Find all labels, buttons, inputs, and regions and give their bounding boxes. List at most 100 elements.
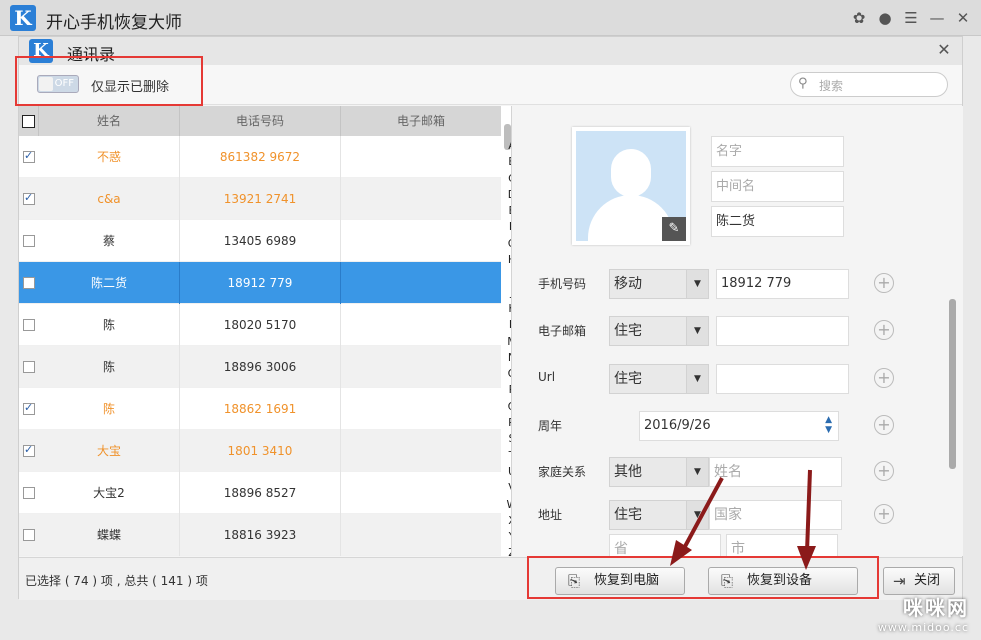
url-input[interactable] xyxy=(716,364,849,394)
row-checkbox-cell[interactable] xyxy=(19,528,39,542)
close-icon[interactable]: ✕ xyxy=(953,8,973,28)
row-checkbox[interactable] xyxy=(23,277,35,289)
alphabet-letter[interactable]: G xyxy=(504,236,511,252)
alphabet-letter[interactable]: H xyxy=(504,252,511,268)
row-checkbox-cell[interactable] xyxy=(19,191,39,206)
wechat-icon[interactable]: ✿ xyxy=(849,8,869,28)
alphabet-letter[interactable]: V xyxy=(504,480,511,496)
table-row[interactable]: 陈二货 18912 779 xyxy=(19,261,501,304)
alphabet-letter[interactable]: R xyxy=(504,415,511,431)
alphabet-letter[interactable]: L xyxy=(504,317,511,333)
alphabet-letter[interactable]: S xyxy=(504,431,512,447)
table-row[interactable]: 陈 18020 5170 xyxy=(19,303,501,346)
alphabet-letter[interactable]: O xyxy=(504,366,511,382)
alphabet-letter[interactable]: T xyxy=(504,448,511,464)
add-address-icon[interactable]: + xyxy=(874,504,894,524)
table-row[interactable]: c&a13921 2741 xyxy=(19,177,501,220)
table-row[interactable]: 大宝1801 3410 xyxy=(19,429,501,472)
table-row[interactable]: 陈 18896 3006 xyxy=(19,345,501,388)
alphabet-letter[interactable]: N xyxy=(504,350,511,366)
row-checkbox[interactable] xyxy=(23,401,35,415)
table-row[interactable]: 蔡 13405 6989 xyxy=(19,219,501,262)
first-name-input[interactable]: 名字 xyxy=(711,136,844,167)
url-type-select[interactable]: 住宅 ▼ xyxy=(609,364,709,394)
table-row[interactable]: 陈18862 1691 xyxy=(19,387,501,430)
alphabet-letter[interactable]: Q xyxy=(504,399,511,415)
select-all-checkbox[interactable] xyxy=(22,115,35,128)
column-header-phone[interactable]: 电话号码 xyxy=(180,106,341,136)
chat-icon[interactable]: ● xyxy=(875,8,895,28)
row-checkbox-cell[interactable] xyxy=(19,360,39,374)
alphabet-letter[interactable]: B xyxy=(504,154,511,170)
family-name-input[interactable]: 姓名 xyxy=(709,457,842,487)
alphabet-letter[interactable]: C xyxy=(504,171,511,187)
row-checkbox[interactable] xyxy=(23,319,35,331)
middle-name-input[interactable]: 中间名 xyxy=(711,171,844,202)
row-checkbox[interactable] xyxy=(23,149,35,163)
row-checkbox-cell[interactable] xyxy=(19,318,39,332)
selection-status: 已选择 ( 74 ) 项 , 总共 ( 141 ) 项 xyxy=(25,574,208,588)
alphabet-letter[interactable]: U xyxy=(504,464,511,480)
mobile-type-select[interactable]: 移动 ▼ xyxy=(609,269,709,299)
contact-list-panel: 姓名 电话号码 电子邮箱 不惑861382 9672c&a13921 2741蔡… xyxy=(19,106,512,556)
row-checkbox-cell[interactable] xyxy=(19,401,39,416)
field-url: Url 住宅 ▼ + xyxy=(528,358,923,398)
detail-scrollbar[interactable] xyxy=(949,299,956,469)
alphabet-letter[interactable]: W xyxy=(504,497,511,513)
row-checkbox-cell[interactable] xyxy=(19,443,39,458)
family-type-select[interactable]: 其他 ▼ xyxy=(609,457,709,487)
row-checkbox[interactable] xyxy=(23,191,35,205)
province-input[interactable]: 省 xyxy=(609,534,721,556)
row-checkbox[interactable] xyxy=(23,443,35,457)
mobile-input[interactable]: 18912 779 xyxy=(716,269,849,299)
country-input[interactable]: 国家 xyxy=(709,500,842,530)
search-input[interactable]: ⚲ 搜索 xyxy=(790,72,948,97)
row-checkbox-cell[interactable] xyxy=(19,149,39,164)
alphabet-letter[interactable]: D xyxy=(504,187,511,203)
spin-updown-icon[interactable]: ▲ ▼ xyxy=(825,415,832,435)
table-row[interactable]: 蝶蝶 18816 3923 xyxy=(19,513,501,556)
last-name-input[interactable]: 陈二货 xyxy=(711,206,844,237)
column-header-email[interactable]: 电子邮箱 xyxy=(341,106,501,136)
add-email-icon[interactable]: + xyxy=(874,320,894,340)
address-type-select[interactable]: 住宅 ▼ xyxy=(609,500,709,530)
alphabet-letter[interactable]: E xyxy=(504,203,511,219)
row-checkbox[interactable] xyxy=(23,529,35,541)
close-button[interactable]: ⇥ 关闭 xyxy=(883,567,955,595)
row-checkbox[interactable] xyxy=(23,361,35,373)
alphabet-letter[interactable]: Z xyxy=(504,545,511,556)
column-header-name[interactable]: 姓名 xyxy=(39,106,180,136)
add-mobile-icon[interactable]: + xyxy=(874,273,894,293)
alphabet-letter[interactable]: X xyxy=(504,513,511,529)
detail-fields: 手机号码 移动 ▼ 18912 779 + 电子邮箱 住宅 ▼ + Url 住宅 ▼ … xyxy=(528,256,923,556)
row-checkbox-cell[interactable] xyxy=(19,276,39,290)
alphabet-letter[interactable]: P xyxy=(504,382,511,398)
add-family-icon[interactable]: + xyxy=(874,461,894,481)
menu-icon[interactable]: ☰ xyxy=(901,8,921,28)
email-type-select[interactable]: 住宅 ▼ xyxy=(609,316,709,346)
minimize-icon[interactable]: — xyxy=(927,8,947,28)
dialog-close-icon[interactable]: ✕ xyxy=(934,40,954,60)
row-email xyxy=(341,136,501,178)
edit-pencil-icon[interactable]: ✎ xyxy=(662,217,686,241)
add-anniversary-icon[interactable]: + xyxy=(874,415,894,435)
city-input[interactable]: 市 xyxy=(726,534,838,556)
email-input[interactable] xyxy=(716,316,849,346)
alphabet-letter[interactable]: A xyxy=(504,138,511,154)
row-email xyxy=(341,262,501,304)
table-row[interactable]: 大宝2 18896 8527 xyxy=(19,471,501,514)
anniversary-date-input[interactable]: 2016/9/26 ▲ ▼ xyxy=(639,411,839,441)
row-checkbox-cell[interactable] xyxy=(19,234,39,248)
alphabet-letter[interactable]: I xyxy=(504,268,511,284)
alphabet-letter[interactable]: M xyxy=(504,334,511,350)
alphabet-letter[interactable]: Y xyxy=(504,529,511,545)
row-checkbox[interactable] xyxy=(23,487,35,499)
table-row[interactable]: 不惑861382 9672 xyxy=(19,135,501,178)
alphabet-letter[interactable]: J xyxy=(504,285,511,301)
select-all-cell[interactable] xyxy=(19,106,39,136)
row-checkbox-cell[interactable] xyxy=(19,486,39,500)
add-url-icon[interactable]: + xyxy=(874,368,894,388)
alphabet-letter[interactable]: F xyxy=(504,219,511,235)
alphabet-letter[interactable]: K xyxy=(504,301,511,317)
row-checkbox[interactable] xyxy=(23,235,35,247)
